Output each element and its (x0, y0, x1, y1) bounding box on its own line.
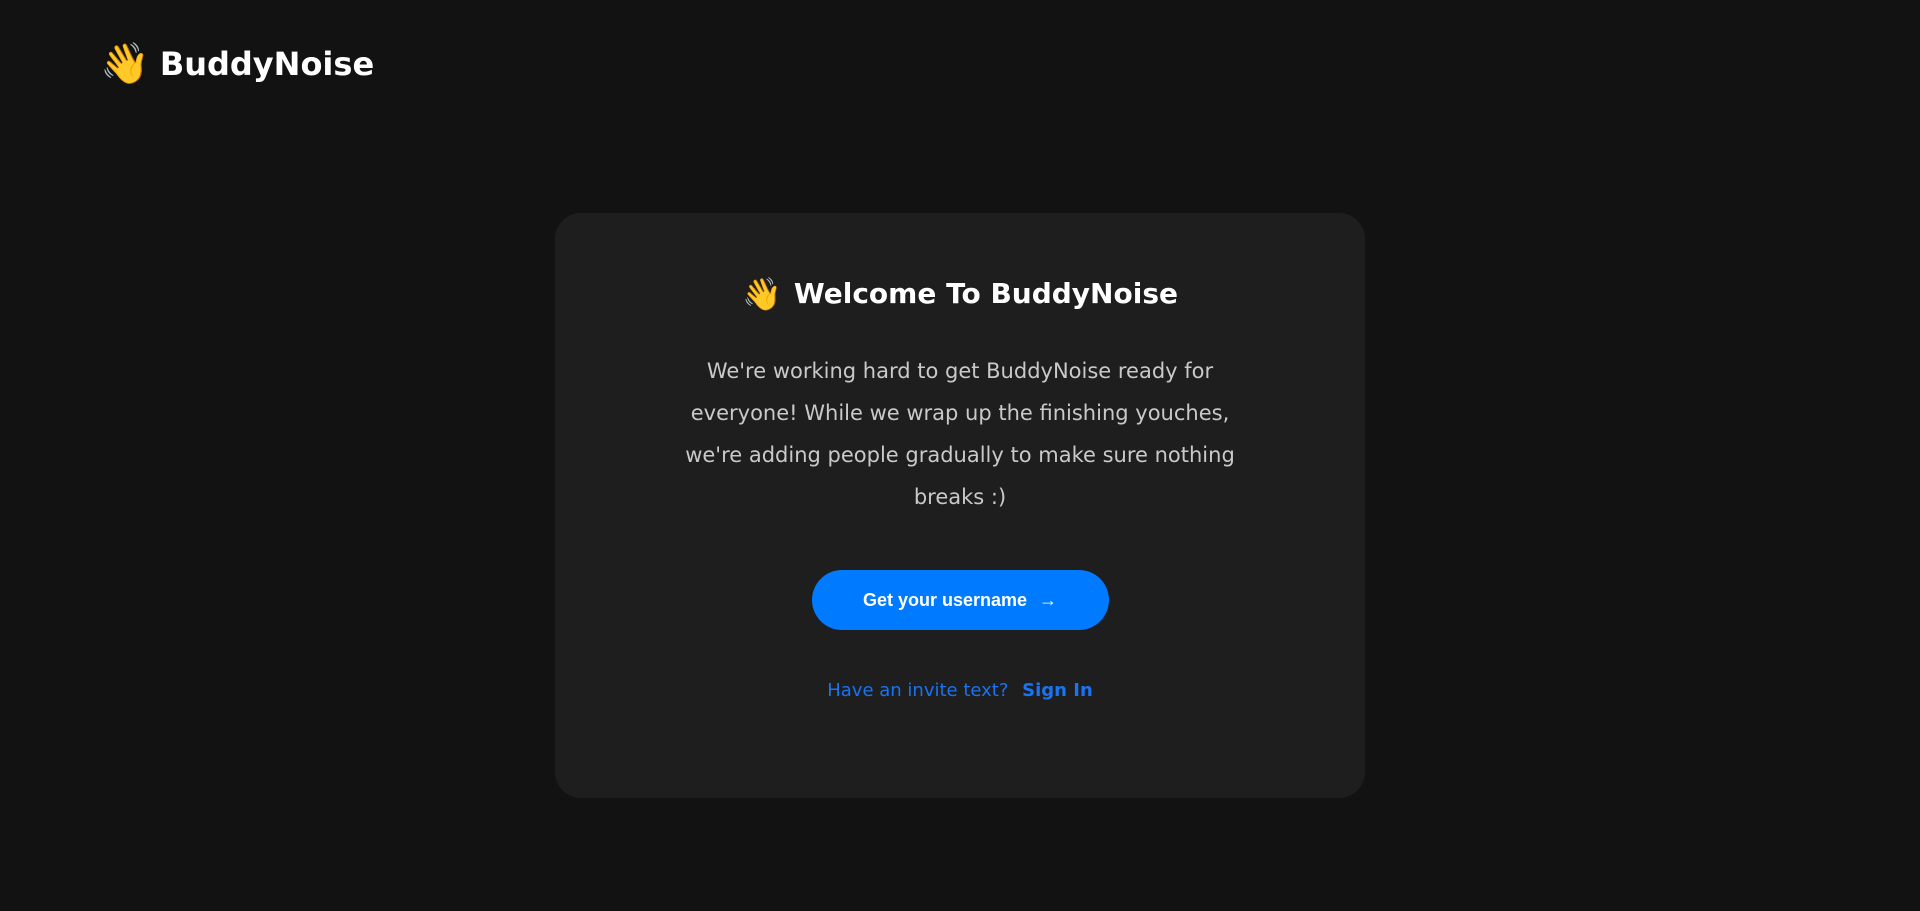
welcome-card: 👋 Welcome To BuddyNoise We're working ha… (555, 213, 1365, 798)
sign-in-prompt: Have an invite text? Sign In (555, 680, 1365, 701)
waving-hand-icon: 👋 (100, 41, 150, 87)
invite-prompt-text: Have an invite text? (827, 680, 1009, 701)
welcome-title: 👋 Welcome To BuddyNoise (555, 277, 1365, 310)
sign-in-link[interactable]: Sign In (1022, 680, 1093, 701)
get-username-label: Get your username (862, 589, 1028, 610)
welcome-description: We're working hard to get BuddyNoise rea… (685, 359, 1235, 509)
brand-logo[interactable]: 👋 BuddyNoise (100, 44, 374, 84)
waving-hand-icon: 👋 (742, 274, 782, 313)
welcome-title-text: Welcome To BuddyNoise (793, 277, 1178, 310)
get-username-button[interactable]: Get your username → (811, 570, 1109, 630)
brand-name: BuddyNoise (159, 45, 375, 83)
arrow-right-icon: → (1039, 589, 1058, 610)
